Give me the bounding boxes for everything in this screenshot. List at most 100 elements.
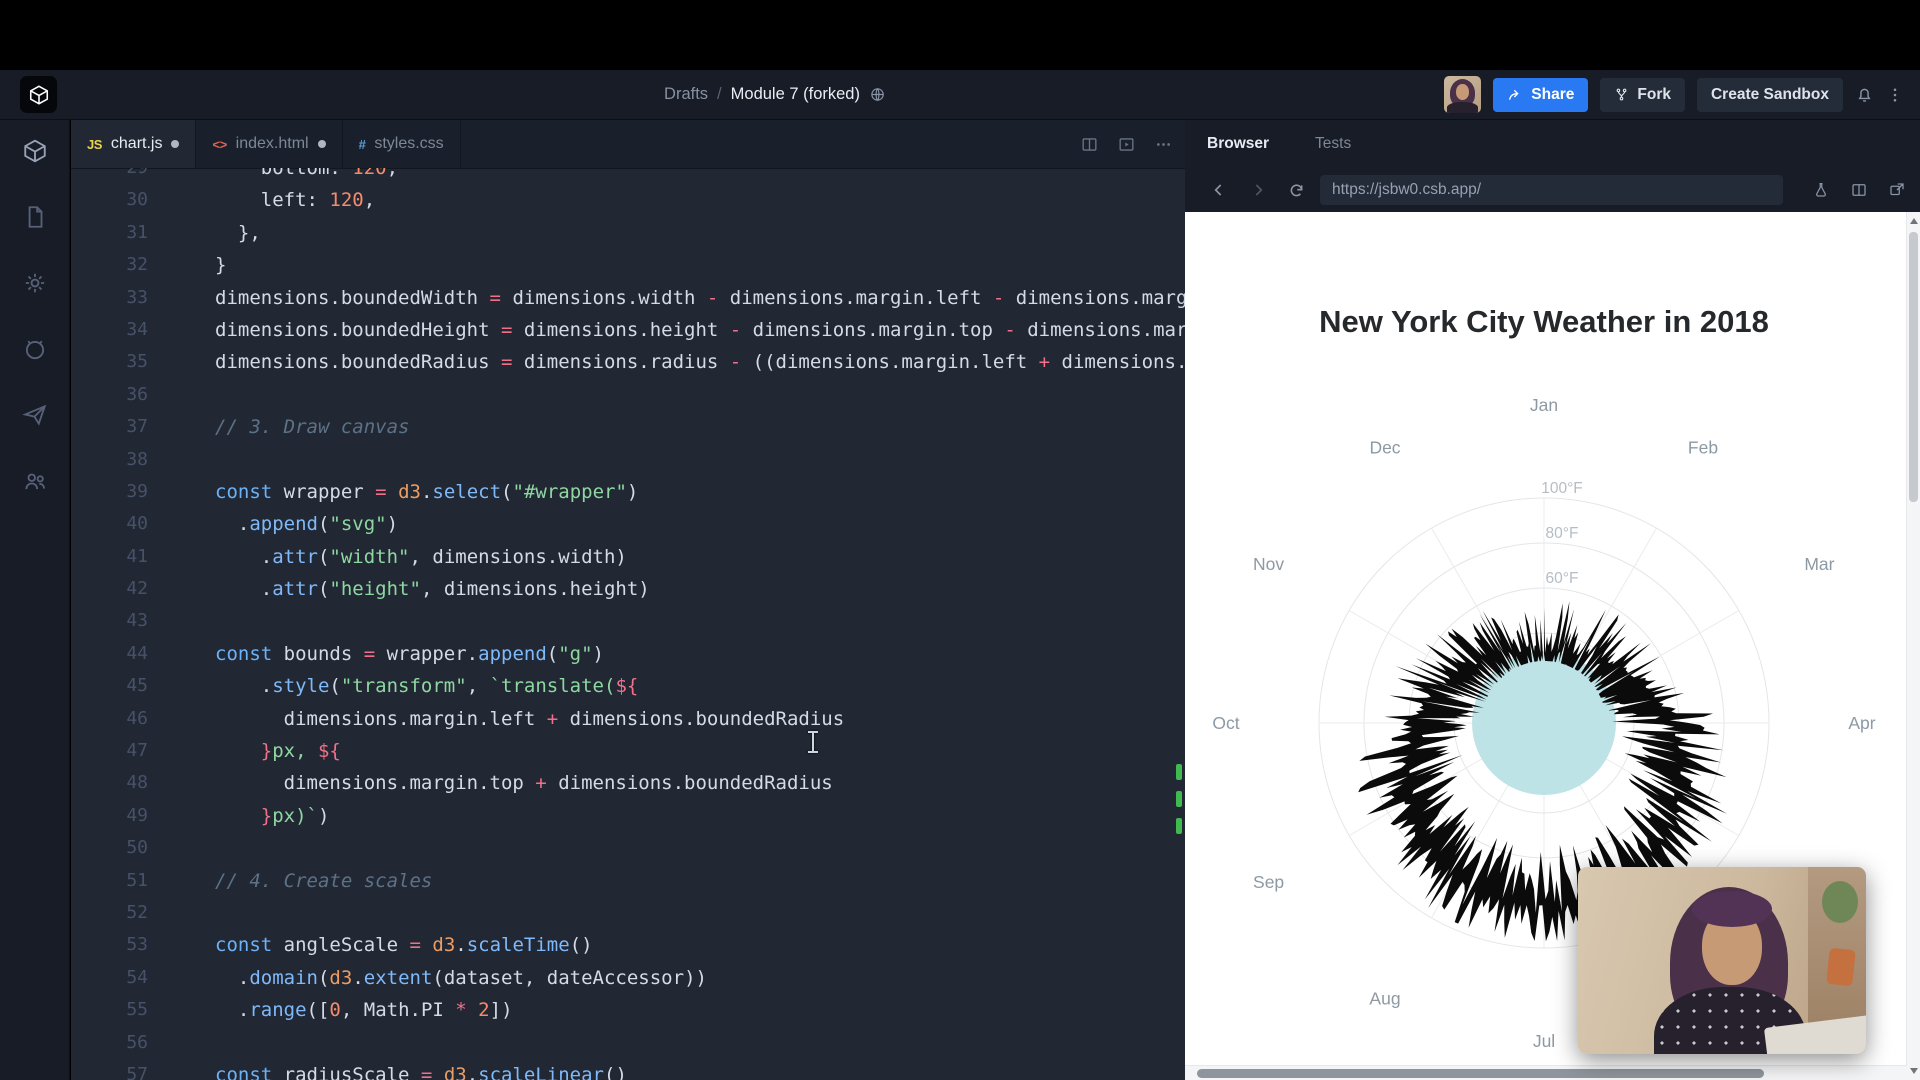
tab-index-html[interactable]: <> index.html bbox=[196, 120, 343, 168]
line-number: 36 bbox=[126, 383, 148, 405]
code-line[interactable]: 50 bbox=[71, 832, 1185, 864]
cube-logo-icon bbox=[29, 84, 48, 105]
code-line[interactable]: 47 }px, ${ bbox=[71, 735, 1185, 767]
code-line[interactable]: 33 dimensions.boundedWidth = dimensions.w… bbox=[71, 282, 1185, 314]
code-line[interactable]: 29 bottom: 120, bbox=[71, 168, 1185, 184]
tab-tests[interactable]: Tests bbox=[1315, 135, 1351, 153]
css-file-icon: # bbox=[358, 136, 366, 152]
webcam-overlay[interactable] bbox=[1578, 867, 1866, 1054]
code-line[interactable]: 30 left: 120, bbox=[71, 184, 1185, 216]
horizontal-scroll-thumb[interactable] bbox=[1197, 1069, 1764, 1078]
breadcrumb[interactable]: Drafts / Module 7 (forked) bbox=[664, 70, 886, 119]
month-label: Dec bbox=[1369, 438, 1400, 458]
code-line[interactable]: 32} bbox=[71, 249, 1185, 281]
code-line[interactable]: 54 .domain(d3.extent(dataset, dateAccess… bbox=[71, 962, 1185, 994]
fork-icon bbox=[1616, 88, 1627, 101]
forward-icon[interactable] bbox=[1248, 180, 1268, 200]
line-number: 34 bbox=[126, 318, 148, 340]
tab-chart-js[interactable]: JS chart.js bbox=[71, 120, 197, 168]
code-line[interactable]: 34 dimensions.boundedHeight = dimensions.… bbox=[71, 314, 1185, 346]
more-options-kebab-icon[interactable] bbox=[1886, 86, 1904, 104]
preview-run-icon[interactable] bbox=[1117, 135, 1136, 154]
code-line[interactable]: 41 .attr("width", dimensions.width) bbox=[71, 541, 1185, 573]
code-editor[interactable]: 29 bottom: 120,30 left: 120,31 },32} 33 di… bbox=[71, 168, 1185, 1080]
code-line[interactable]: 39 const wrapper = d3.select("#wrapper") bbox=[71, 476, 1185, 508]
code-line[interactable]: 53 const angleScale = d3.scaleTime() bbox=[71, 929, 1185, 961]
code-line[interactable]: 49 }px)`) bbox=[71, 800, 1185, 832]
code-line[interactable]: 46 dimensions.margin.left + dimensions.b… bbox=[71, 703, 1185, 735]
code-text: .attr("height", dimensions.height) bbox=[215, 578, 650, 601]
code-line[interactable]: 55 .range([0, Math.PI * 2]) bbox=[71, 994, 1185, 1026]
editor-more-icon[interactable] bbox=[1154, 135, 1173, 154]
month-label: Apr bbox=[1848, 713, 1875, 733]
github-icon[interactable] bbox=[22, 336, 48, 362]
scroll-up-arrow[interactable] bbox=[1910, 218, 1918, 224]
url-bar[interactable] bbox=[1320, 175, 1783, 205]
code-line[interactable]: 42 .attr("height", dimensions.height) bbox=[71, 573, 1185, 605]
month-label: Feb bbox=[1688, 438, 1718, 458]
tab-label: chart.js bbox=[110, 135, 163, 152]
code-line[interactable]: 43 bbox=[71, 605, 1185, 637]
team-users-icon[interactable] bbox=[22, 468, 48, 494]
code-text: } bbox=[215, 254, 227, 277]
refresh-icon[interactable] bbox=[1287, 181, 1306, 200]
settings-gear-icon[interactable] bbox=[22, 270, 48, 296]
code-line[interactable]: 51 // 4. Create scales bbox=[71, 865, 1185, 897]
tab-styles-css[interactable]: # styles.css bbox=[343, 120, 461, 168]
code-line[interactable]: 36 bbox=[71, 379, 1185, 411]
clear-cache-icon[interactable] bbox=[1812, 181, 1830, 199]
split-preview-icon[interactable] bbox=[1850, 181, 1868, 199]
open-external-icon[interactable] bbox=[1888, 181, 1906, 199]
code-line[interactable]: 40 .append("svg") bbox=[71, 508, 1185, 540]
code-lines: 29 bottom: 120,30 left: 120,31 },32} 33 di… bbox=[71, 168, 1185, 1080]
create-sandbox-button[interactable]: Create Sandbox bbox=[1696, 77, 1843, 112]
fork-button[interactable]: Fork bbox=[1600, 77, 1685, 112]
user-avatar[interactable] bbox=[1444, 76, 1482, 113]
breadcrumb-folder[interactable]: Drafts bbox=[664, 85, 708, 104]
vertical-scrollbar[interactable] bbox=[1906, 212, 1920, 1080]
month-label: Jul bbox=[1533, 1031, 1555, 1051]
webcam-prop bbox=[1826, 947, 1856, 987]
code-line[interactable]: 31 }, bbox=[71, 217, 1185, 249]
line-number: 39 bbox=[126, 480, 148, 502]
vertical-scroll-thumb[interactable] bbox=[1909, 232, 1918, 502]
sandbox-title[interactable]: Module 7 (forked) bbox=[731, 85, 860, 104]
horizontal-scrollbar[interactable] bbox=[1185, 1065, 1907, 1080]
back-icon[interactable] bbox=[1209, 180, 1229, 200]
notifications-bell-icon[interactable] bbox=[1855, 85, 1874, 104]
code-text: .style("transform", `translate(${ bbox=[215, 675, 639, 698]
code-line[interactable]: 37 // 3. Draw canvas bbox=[71, 411, 1185, 443]
codesandbox-window: Drafts / Module 7 (forked) Share Fork Cr… bbox=[0, 0, 1920, 1080]
code-line[interactable]: 57 const radiusScale = d3.scaleLinear() bbox=[71, 1059, 1185, 1080]
line-number: 54 bbox=[126, 966, 148, 988]
line-number: 30 bbox=[126, 189, 148, 211]
line-number: 44 bbox=[126, 642, 148, 664]
share-button[interactable]: Share bbox=[1493, 77, 1589, 112]
line-number: 46 bbox=[126, 707, 148, 729]
codesandbox-logo[interactable] bbox=[20, 76, 57, 113]
tab-browser[interactable]: Browser bbox=[1207, 135, 1269, 153]
line-number: 55 bbox=[126, 999, 148, 1021]
code-text: dimensions.boundedWidth = dimensions.wid… bbox=[215, 286, 1185, 309]
code-line[interactable]: 52 bbox=[71, 897, 1185, 929]
line-number: 33 bbox=[126, 286, 148, 308]
browser-navbar bbox=[1185, 168, 1920, 212]
code-line[interactable]: 38 bbox=[71, 444, 1185, 476]
line-number: 41 bbox=[126, 545, 148, 567]
sandbox-cube-icon[interactable] bbox=[22, 138, 48, 164]
split-editor-icon[interactable] bbox=[1080, 135, 1099, 154]
scroll-down-arrow[interactable] bbox=[1910, 1068, 1918, 1074]
line-number: 52 bbox=[126, 901, 148, 923]
deploy-rocket-icon[interactable] bbox=[21, 402, 48, 428]
code-text: const angleScale = d3.scaleTime() bbox=[215, 934, 593, 957]
code-line[interactable]: 35 dimensions.boundedRadius = dimensions.… bbox=[71, 346, 1185, 378]
code-text: const wrapper = d3.select("#wrapper") bbox=[215, 480, 639, 503]
code-line[interactable]: 45 .style("transform", `translate(${ bbox=[71, 670, 1185, 702]
files-icon[interactable] bbox=[22, 204, 48, 230]
code-line[interactable]: 48 dimensions.margin.top + dimensions.bo… bbox=[71, 767, 1185, 799]
code-line[interactable]: 44 const bounds = wrapper.append("g") bbox=[71, 638, 1185, 670]
code-line[interactable]: 56 bbox=[71, 1027, 1185, 1059]
